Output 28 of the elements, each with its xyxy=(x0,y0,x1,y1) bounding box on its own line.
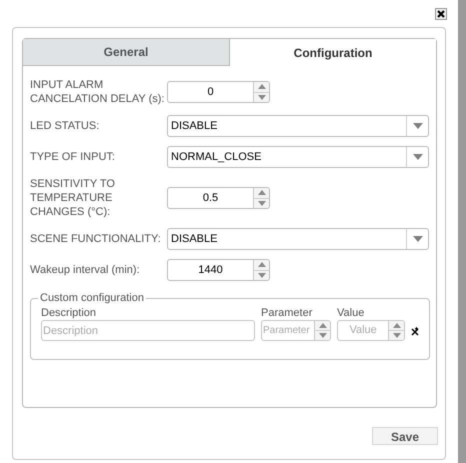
column-label: Description xyxy=(41,306,98,320)
number-field[interactable]: 0.5 xyxy=(167,187,270,209)
field-label: TYPE OF INPUT: xyxy=(30,150,116,164)
spin-arrows-icon[interactable] xyxy=(253,260,269,280)
field-label: SCENE FUNCTIONALITY: xyxy=(30,232,162,246)
dropdown-field[interactable]: DISABLE xyxy=(167,115,429,137)
dropdown-field[interactable]: DISABLE xyxy=(167,228,429,250)
field-label: SENSITIVITY TO TEMPERATURE CHANGES (°C): xyxy=(30,177,116,219)
caret-icon xyxy=(412,236,422,242)
save-button[interactable]: Save xyxy=(372,427,438,445)
description-field[interactable]: Description xyxy=(41,320,255,341)
number-field[interactable]: 1440 xyxy=(167,259,270,281)
spin-arrows-icon[interactable] xyxy=(253,188,269,208)
close-button[interactable] xyxy=(435,8,447,20)
caret-icon xyxy=(412,154,422,160)
tab[interactable]: General xyxy=(23,39,230,66)
spin-arrows-icon[interactable] xyxy=(253,82,269,102)
field-label: Wakeup interval (min): xyxy=(30,263,141,277)
column-label: Value xyxy=(337,306,366,320)
field-label: INPUT ALARM CANCELATION DELAY (s): xyxy=(30,78,166,106)
dropdown-field[interactable]: NORMAL_CLOSE xyxy=(167,146,429,168)
group-legend: Custom configuration xyxy=(38,291,146,305)
caret-icon xyxy=(412,123,422,129)
spin-arrows-icon[interactable] xyxy=(314,321,330,340)
number-field[interactable]: 0 xyxy=(167,81,270,103)
spin-arrows-icon[interactable] xyxy=(388,321,404,340)
column-label: Parameter xyxy=(261,306,314,320)
field-label: LED STATUS: xyxy=(30,119,100,133)
